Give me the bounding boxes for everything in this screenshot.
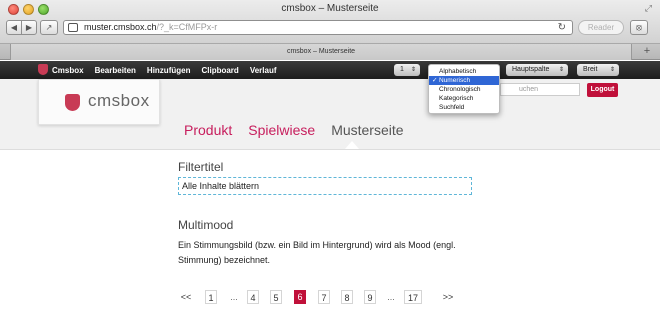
pager-page-5[interactable]: 5 (270, 290, 282, 304)
menu-hinzufuegen[interactable]: Hinzufügen (147, 66, 191, 75)
menu-cmsbox[interactable]: Cmsbox (52, 66, 84, 75)
pager-prev[interactable]: << (178, 290, 194, 304)
forward-icon: ▶ (25, 23, 33, 32)
pager-ellipsis: ... (230, 292, 238, 302)
pager-page-9[interactable]: 9 (364, 290, 376, 304)
share-button[interactable]: ↗ (40, 20, 58, 35)
url-host: muster.cmsbox.ch (84, 22, 157, 32)
fullscreen-icon[interactable]: ⤢ (645, 3, 652, 14)
pager-ellipsis: ... (387, 292, 395, 302)
pager-page-4[interactable]: 4 (247, 290, 259, 304)
cmsbox-shield-icon (65, 94, 80, 111)
window-title: cmsbox – Musterseite (281, 3, 379, 14)
main-navigation: Produkt Spielwiese Musterseite (184, 122, 404, 140)
address-bar[interactable]: muster.cmsbox.ch/?_k=CfMFPx-r ↻ (63, 20, 573, 35)
reader-button[interactable]: Reader (578, 20, 624, 35)
sort-dropdown-menu: Alphabetisch ✓ Numerisch Chronologisch Ka… (428, 64, 500, 114)
tab-musterseite[interactable]: cmsbox – Musterseite (10, 44, 632, 60)
new-tab-button[interactable]: + (638, 45, 656, 58)
browser-window: cmsbox – Musterseite ⤢ ◀ ▶ ↗ muster.cmsb… (0, 0, 660, 324)
filter-text: Alle Inhalte blättern (182, 181, 260, 191)
logo-text: cmsbox (88, 91, 150, 110)
column-select[interactable]: Hauptspalte ⇕ (506, 64, 568, 76)
menu-verlauf[interactable]: Verlauf (250, 66, 277, 75)
active-nav-pointer (345, 141, 359, 149)
filter-title: Filtertitel (178, 160, 224, 174)
width-select-value: Breit (583, 66, 598, 73)
pager-page-current[interactable]: 6 (294, 290, 306, 304)
dropdown-option-kategorisch[interactable]: Kategorisch (429, 94, 499, 103)
multimood-text: Ein Stimmungsbild (bzw. ein Bild im Hint… (178, 240, 456, 265)
nav-musterseite[interactable]: Musterseite (331, 122, 403, 140)
option-label: Kategorisch (439, 95, 474, 102)
title-bar: cmsbox – Musterseite ⤢ ◀ ▶ ↗ muster.cmsb… (0, 0, 660, 44)
back-icon: ◀ (10, 23, 18, 32)
menu-bearbeiten[interactable]: Bearbeiten (95, 66, 136, 75)
url-path: /?_k=CfMFPx-r (156, 22, 218, 32)
site-logo[interactable]: cmsbox (38, 79, 160, 125)
stop-button[interactable]: ⦻ (630, 20, 648, 35)
chevron-updown-icon: ⇕ (410, 67, 416, 73)
menu-clipboard[interactable]: Clipboard (201, 66, 238, 75)
reload-icon[interactable]: ↻ (558, 21, 566, 34)
number-select-value: 1 (400, 66, 404, 73)
share-icon: ↗ (45, 23, 53, 32)
pager-next[interactable]: >> (440, 290, 456, 304)
option-label: Chronologisch (439, 86, 481, 93)
cms-menu: Cmsbox Bearbeiten Hinzufügen Clipboard V… (52, 61, 277, 79)
pager-page-1[interactable]: 1 (205, 290, 217, 304)
logout-button[interactable]: Logout (587, 83, 618, 97)
stop-icon: ⦻ (636, 22, 642, 32)
dropdown-option-chronologisch[interactable]: Chronologisch (429, 85, 499, 94)
pager-page-7[interactable]: 7 (318, 290, 330, 304)
search-input[interactable]: uchen (500, 83, 580, 96)
nav-spielwiese[interactable]: Spielwiese (248, 122, 315, 140)
dropdown-option-alphabetisch[interactable]: Alphabetisch (429, 67, 499, 76)
pager-page-17[interactable]: 17 (404, 290, 422, 304)
dropdown-option-suchfeld[interactable]: Suchfeld (429, 103, 499, 112)
multimood-title: Multimood (178, 218, 234, 232)
cmsbox-shield-icon (38, 64, 48, 75)
site-icon (68, 23, 78, 32)
number-select[interactable]: 1 ⇕ (394, 64, 420, 76)
chevron-updown-icon: ⇕ (558, 67, 564, 73)
forward-button[interactable]: ▶ (21, 20, 37, 35)
option-label: Alphabetisch (439, 68, 477, 75)
dropdown-option-numerisch[interactable]: ✓ Numerisch (429, 76, 499, 85)
column-select-value: Hauptspalte (512, 66, 550, 73)
option-label: Suchfeld (439, 104, 465, 111)
site-header: cmsbox uchen Logout Produkt Spielwiese M… (0, 79, 660, 150)
back-button[interactable]: ◀ (6, 20, 22, 35)
checkmark-icon: ✓ (432, 77, 438, 84)
filter-element[interactable]: Alle Inhalte blättern (178, 177, 472, 195)
pager-page-8[interactable]: 8 (341, 290, 353, 304)
option-label: Numerisch (439, 77, 471, 84)
tab-bar: cmsbox – Musterseite + (0, 44, 660, 60)
width-select[interactable]: Breit ⇕ (577, 64, 619, 76)
cms-toolbar: Cmsbox Bearbeiten Hinzufügen Clipboard V… (0, 61, 660, 79)
nav-produkt[interactable]: Produkt (184, 122, 232, 140)
chevron-updown-icon: ⇕ (609, 67, 615, 73)
